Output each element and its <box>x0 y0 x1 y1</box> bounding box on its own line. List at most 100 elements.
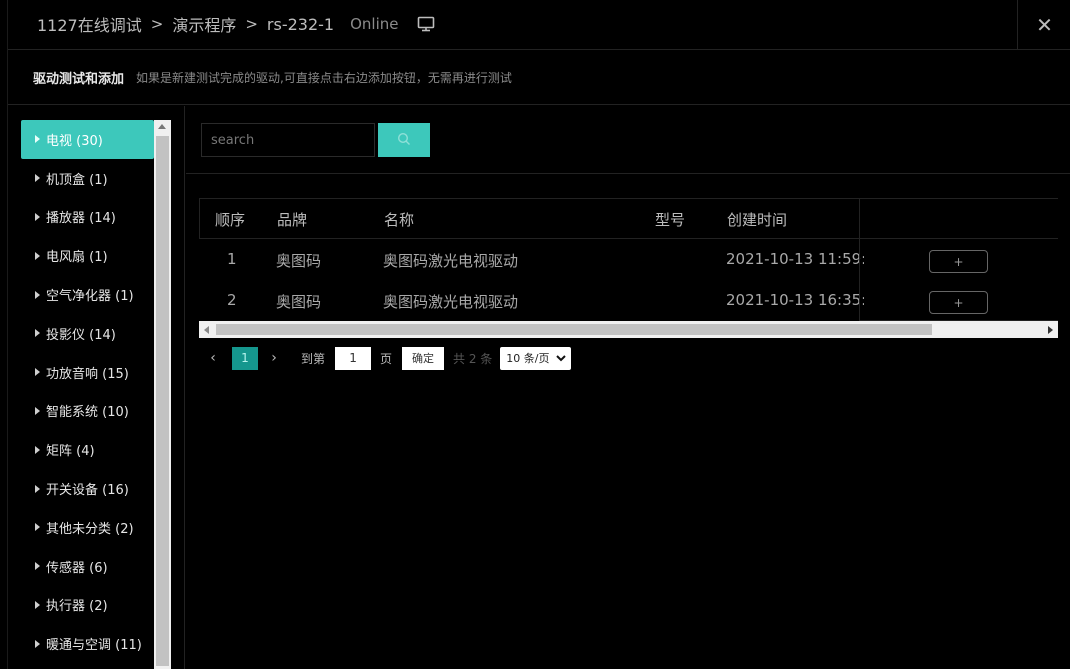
cell-created: 2021-10-13 11:59:06 <box>726 250 864 268</box>
confirm-button[interactable]: 确定 <box>402 346 445 370</box>
table-horizontal-scrollbar[interactable] <box>199 321 1058 338</box>
caret-right-icon <box>35 406 40 415</box>
caret-right-icon <box>35 562 40 571</box>
scrollbar-thumb[interactable] <box>216 324 932 335</box>
breadcrumb-item-device: rs-232-1 <box>266 14 335 34</box>
breadcrumb-item-program[interactable]: 演示程序 <box>172 12 236 36</box>
section-title: 驱动测试和添加 <box>33 72 125 87</box>
page-size-select[interactable]: 10 条/页 <box>500 346 572 370</box>
page-size-value: 10 条/页 <box>506 352 550 365</box>
sidebar-item-label: 电风扇 (1) <box>46 250 108 266</box>
scroll-left-icon[interactable] <box>204 326 209 334</box>
add-driver-button[interactable]: + <box>929 291 988 314</box>
section-hint: 如果是新建测试完成的驱动,可直接点击右边添加按钮，无需再进行测试 <box>136 71 512 85</box>
total-count: 共 2 条 <box>453 351 493 366</box>
sidebar-item-tv[interactable]: 电视 (30) <box>21 120 154 159</box>
caret-right-icon <box>35 174 40 183</box>
sidebar-item-label: 其他未分类 (2) <box>46 521 134 537</box>
cell-created: 2021-10-13 16:35:02 <box>726 291 864 309</box>
chevron-right-icon: > <box>150 15 164 33</box>
search-bar <box>186 106 1070 174</box>
pagination: ‹ 1 › 到第 页 确定 共 2 条 10 条/页 <box>206 346 572 370</box>
sidebar-item-air-purifier[interactable]: 空气净化器 (1) <box>21 275 154 314</box>
sidebar-item-label: 空气净化器 (1) <box>46 289 134 305</box>
sidebar-item-label: 开关设备 (16) <box>46 483 129 499</box>
sidebar-item-label: 投影仪 (14) <box>46 327 116 343</box>
sidebar-item-label: 传感器 (6) <box>46 560 108 576</box>
cell-brand: 奥图码 <box>276 252 322 270</box>
chevron-down-icon <box>556 354 567 361</box>
caret-right-icon <box>35 251 40 260</box>
sidebar-item-label: 暖通与空调 (11) <box>46 638 142 654</box>
breadcrumb: 1127在线调试 > 演示程序 > rs-232-1 Online <box>37 12 436 36</box>
add-driver-button[interactable]: + <box>929 250 988 273</box>
search-button[interactable] <box>378 123 430 157</box>
caret-right-icon <box>35 368 40 377</box>
scrollbar-thumb[interactable] <box>156 136 169 666</box>
sidebar-item-hvac[interactable]: 暖通与空调 (11) <box>21 624 154 663</box>
sidebar-item-matrix[interactable]: 矩阵 (4) <box>21 430 154 469</box>
caret-right-icon <box>35 639 40 648</box>
category-sidebar: 电视 (30) 机顶盒 (1) 播放器 (14) 电风扇 (1) 空气净化器 (… <box>8 106 185 669</box>
dialog-header: 1127在线调试 > 演示程序 > rs-232-1 Online ✕ <box>8 0 1070 50</box>
sidebar-item-projector[interactable]: 投影仪 (14) <box>21 314 154 353</box>
status-badge: Online <box>350 15 399 33</box>
column-header-model: 型号 <box>655 211 686 229</box>
chevron-right-icon: > <box>245 15 258 33</box>
table-row[interactable]: 2 奥图码 奥图码激光电视驱动 2021-10-13 16:35:02 <box>199 280 864 321</box>
search-icon <box>397 131 411 150</box>
action-column-header <box>860 198 1058 239</box>
driver-dialog: 1127在线调试 > 演示程序 > rs-232-1 Online ✕ 驱动测试… <box>7 0 1070 669</box>
goto-label: 到第 <box>301 351 326 366</box>
sidebar-item-switch-device[interactable]: 开关设备 (16) <box>21 469 154 508</box>
close-icon: ✕ <box>1036 13 1053 37</box>
caret-right-icon <box>35 135 40 144</box>
cell-name: 奥图码激光电视驱动 <box>383 293 519 311</box>
sidebar-item-label: 矩阵 (4) <box>46 444 95 460</box>
breadcrumb-item-project[interactable]: 1127在线调试 <box>37 12 142 36</box>
caret-right-icon <box>35 523 40 532</box>
driver-table: 顺序 品牌 名称 型号 创建时间 1 奥图码 奥图码激光电视驱动 2021-10… <box>199 198 1058 338</box>
sidebar-item-sensor[interactable]: 传感器 (6) <box>21 547 154 586</box>
sidebar-item-label: 功放音响 (15) <box>46 366 129 382</box>
table-row[interactable]: 1 奥图码 奥图码激光电视驱动 2021-10-13 11:59:06 <box>199 239 864 280</box>
sidebar-scrollbar[interactable] <box>154 120 171 669</box>
prev-page-button[interactable]: ‹ <box>206 350 220 366</box>
cell-index: 1 <box>227 250 237 268</box>
sidebar-item-fan[interactable]: 电风扇 (1) <box>21 236 154 275</box>
sidebar-item-amplifier[interactable]: 功放音响 (15) <box>21 353 154 392</box>
main-panel: 顺序 品牌 名称 型号 创建时间 1 奥图码 奥图码激光电视驱动 2021-10… <box>186 106 1070 669</box>
next-page-button[interactable]: › <box>267 350 281 366</box>
search-input[interactable] <box>201 123 375 157</box>
sidebar-item-label: 执行器 (2) <box>46 599 108 615</box>
cell-brand: 奥图码 <box>276 293 322 311</box>
cell-name: 奥图码激光电视驱动 <box>383 252 519 270</box>
sidebar-item-player[interactable]: 播放器 (14) <box>21 198 154 237</box>
page-number-current[interactable]: 1 <box>232 346 258 370</box>
column-header-name: 名称 <box>384 211 415 229</box>
sidebar-item-settop-box[interactable]: 机顶盒 (1) <box>21 159 154 198</box>
sidebar-item-label: 机顶盒 (1) <box>46 172 108 188</box>
sidebar-item-smart-system[interactable]: 智能系统 (10) <box>21 392 154 431</box>
column-header-created: 创建时间 <box>727 211 788 229</box>
caret-right-icon <box>35 484 40 493</box>
section-header: 驱动测试和添加 如果是新建测试完成的驱动,可直接点击右边添加按钮，无需再进行测试 <box>8 51 1070 105</box>
caret-right-icon <box>35 445 40 454</box>
goto-page-input[interactable] <box>335 346 372 370</box>
sidebar-item-label: 智能系统 (10) <box>46 405 129 421</box>
scroll-up-icon[interactable] <box>158 124 166 129</box>
column-header-brand: 品牌 <box>277 211 308 229</box>
monitor-icon[interactable] <box>416 15 436 33</box>
cell-index: 2 <box>227 291 237 309</box>
caret-right-icon <box>35 212 40 221</box>
sidebar-item-label: 电视 (30) <box>46 133 103 149</box>
page-unit-label: 页 <box>380 351 393 366</box>
column-header-index: 顺序 <box>215 211 246 229</box>
sidebar-item-actuator[interactable]: 执行器 (2) <box>21 586 154 625</box>
scroll-right-icon[interactable] <box>1048 326 1053 334</box>
caret-right-icon <box>35 600 40 609</box>
sidebar-item-uncategorized[interactable]: 其他未分类 (2) <box>21 508 154 547</box>
close-button[interactable]: ✕ <box>1017 0 1070 50</box>
sidebar-item-label: 播放器 (14) <box>46 211 116 227</box>
caret-right-icon <box>35 290 40 299</box>
